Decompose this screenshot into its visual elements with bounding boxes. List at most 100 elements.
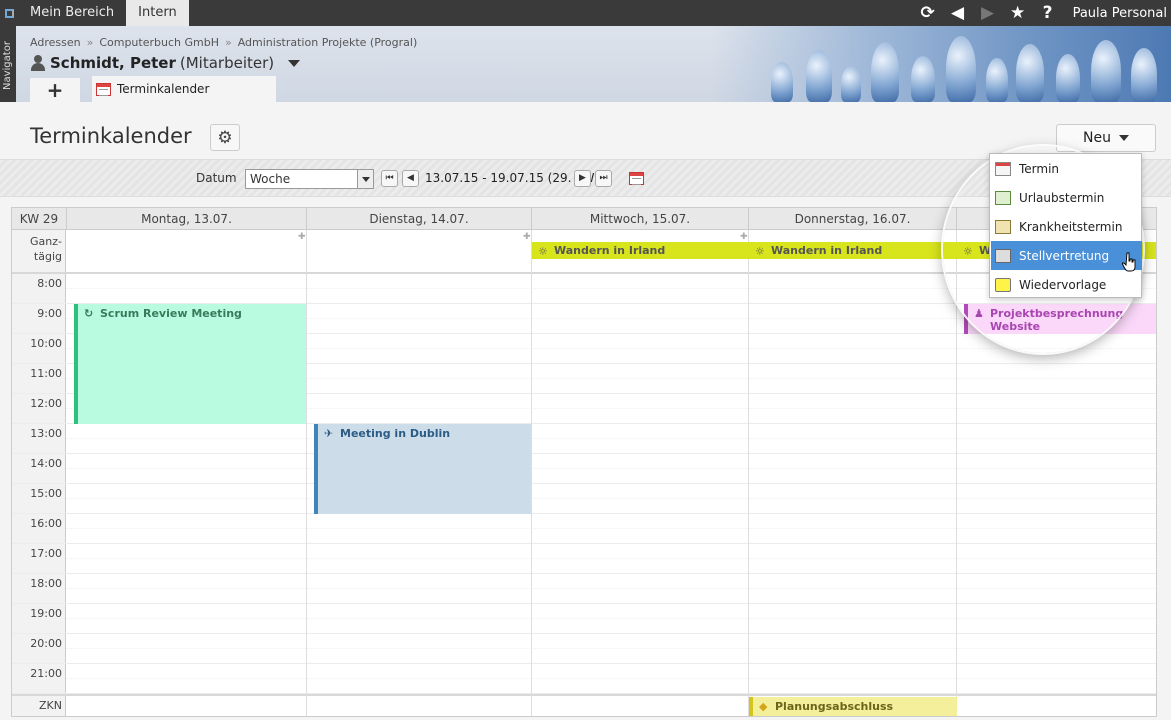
hour-row[interactable]: 15:00 xyxy=(12,484,1156,514)
new-button-label: Neu xyxy=(1083,130,1111,146)
day-header-tuesday[interactable]: Dienstag, 14.07. xyxy=(307,208,532,230)
new-menu: Termin Urlaubstermin Krankheitstermin St… xyxy=(989,153,1142,298)
previous-period-button[interactable]: ◀ xyxy=(402,170,419,187)
breadcrumb-separator: » xyxy=(86,36,94,49)
day-divider xyxy=(956,230,957,716)
menu-item-label: Stellvertretung xyxy=(1019,248,1110,263)
day-header-wednesday[interactable]: Mittwoch, 15.07. xyxy=(532,208,749,230)
datum-label: Datum xyxy=(196,171,237,185)
hour-label: 14:00 xyxy=(30,457,62,470)
menu-item-wiedervorlage[interactable]: Wiedervorlage xyxy=(991,270,1142,299)
header-banner-image xyxy=(711,26,1171,102)
top-bar-actions: ⟳ ◀ ▶ ★ ? Paula Personal xyxy=(913,0,1171,26)
hour-row[interactable]: 17:00 xyxy=(12,544,1156,574)
breadcrumb-item[interactable]: Administration Projekte (Progral) xyxy=(238,36,418,49)
allday-label: Ganz- tägig xyxy=(30,235,62,263)
period-value: Woche xyxy=(250,172,291,186)
week-number: KW 29 xyxy=(12,208,67,230)
menu-item-urlaubstermin[interactable]: Urlaubstermin xyxy=(991,183,1142,212)
hour-row[interactable]: 18:00 xyxy=(12,574,1156,604)
hour-label: 11:00 xyxy=(30,367,62,380)
person-selector[interactable]: Schmidt, Peter (Mitarbeiter) xyxy=(30,54,301,72)
user-name[interactable]: Paula Personal xyxy=(1063,6,1171,21)
hour-label: 21:00 xyxy=(30,667,62,680)
next-period-button[interactable]: ▶ xyxy=(574,170,591,187)
breadcrumb-item[interactable]: Computerbuch GmbH xyxy=(99,36,219,49)
add-tab-button[interactable]: + xyxy=(30,78,80,102)
tab-terminkalender[interactable]: Terminkalender xyxy=(92,76,276,102)
event-projektbesprechnung[interactable]: ♟ Projektbesprechnung Website xyxy=(964,304,1156,334)
zkn-label: ZKN xyxy=(39,699,62,712)
help-icon[interactable]: ? xyxy=(1033,0,1063,26)
person-role: (Mitarbeiter) xyxy=(179,54,275,72)
diamond-icon: ◆ xyxy=(759,700,768,713)
event-title: Wandern in Irland xyxy=(554,244,666,257)
first-period-button[interactable]: ⏮ xyxy=(381,170,398,187)
event-scrum-review[interactable]: ↻ Scrum Review Meeting xyxy=(74,304,306,424)
day-divider xyxy=(748,230,749,716)
sick-icon xyxy=(995,219,1011,234)
week-calendar: KW 29 Montag, 13.07. Dienstag, 14.07. Mi… xyxy=(11,207,1157,717)
hour-label: 15:00 xyxy=(30,487,62,500)
forward-icon[interactable]: ▶ xyxy=(973,0,1003,26)
event-wandern-wednesday[interactable]: ☼ Wandern in Irland xyxy=(532,242,749,259)
navigator-toggle[interactable]: Navigator xyxy=(0,26,16,102)
breadcrumb-item[interactable]: Adressen xyxy=(30,36,81,49)
menu-item-krankheitstermin[interactable]: Krankheitstermin xyxy=(991,212,1142,241)
refresh-icon[interactable]: ⟳ xyxy=(913,0,943,26)
caret-down-icon xyxy=(1118,135,1129,141)
hour-label: 16:00 xyxy=(30,517,62,530)
day-header-thursday[interactable]: Donnerstag, 16.07. xyxy=(749,208,957,230)
hour-row[interactable]: 20:00 xyxy=(12,634,1156,664)
event-wandern-thursday[interactable]: ☼ Wandern in Irland xyxy=(749,242,957,259)
event-planungsabschluss[interactable]: ◆ Planungsabschluss xyxy=(749,697,957,716)
menu-item-termin[interactable]: Termin xyxy=(991,154,1142,183)
navigator-label: Navigator xyxy=(2,41,13,90)
hour-row[interactable]: 16:00 xyxy=(12,514,1156,544)
hour-row[interactable]: 19:00 xyxy=(12,604,1156,634)
hour-label: 9:00 xyxy=(37,307,62,320)
event-title: Planungsabschluss xyxy=(775,700,894,713)
today-calendar-icon[interactable] xyxy=(629,172,644,185)
menu-item-label: Wiedervorlage xyxy=(1019,277,1107,292)
last-period-button[interactable]: ⏭ xyxy=(595,170,612,187)
tab-intern[interactable]: Intern xyxy=(126,0,189,26)
calendar-icon xyxy=(96,82,111,96)
people-icon: ♟ xyxy=(974,307,984,320)
substitute-icon xyxy=(995,248,1011,263)
calendar-icon xyxy=(995,161,1011,176)
airplane-icon: ✈ xyxy=(324,427,334,440)
back-icon[interactable]: ◀ xyxy=(943,0,973,26)
new-button[interactable]: Neu xyxy=(1056,124,1156,152)
add-event-icon[interactable]: ✚ xyxy=(298,232,306,242)
hour-label: 8:00 xyxy=(37,277,62,290)
person-icon xyxy=(30,55,46,71)
palm-tree-icon: ☼ xyxy=(538,245,548,258)
day-header-monday[interactable]: Montag, 13.07. xyxy=(67,208,307,230)
top-bar: Mein Bereich Intern ⟳ ◀ ▶ ★ ? Paula Pers… xyxy=(0,0,1171,26)
palm-tree-icon: ☼ xyxy=(963,245,973,258)
app-logo-icon[interactable] xyxy=(0,0,18,26)
add-event-icon[interactable]: ✚ xyxy=(523,232,531,242)
day-divider xyxy=(306,230,307,716)
add-event-icon[interactable]: ✚ xyxy=(740,232,748,242)
hour-label: 12:00 xyxy=(30,397,62,410)
gear-icon: ⚙ xyxy=(217,127,233,148)
hour-row[interactable]: 21:00 xyxy=(12,664,1156,694)
chevron-down-icon[interactable] xyxy=(288,59,301,67)
hour-row[interactable]: 14:00 xyxy=(12,454,1156,484)
hour-label: 13:00 xyxy=(30,427,62,440)
period-select[interactable]: Woche xyxy=(245,169,374,189)
vacation-icon xyxy=(995,190,1011,205)
hour-row[interactable]: 8:00 xyxy=(12,274,1156,304)
star-icon[interactable]: ★ xyxy=(1003,0,1033,26)
menu-item-stellvertretung[interactable]: Stellvertretung xyxy=(991,241,1142,270)
hour-row[interactable]: 13:00 xyxy=(12,424,1156,454)
breadcrumb: Adressen » Computerbuch GmbH » Administr… xyxy=(30,36,417,49)
event-meeting-dublin[interactable]: ✈ Meeting in Dublin xyxy=(314,424,531,514)
tab-mein-bereich[interactable]: Mein Bereich xyxy=(18,0,126,26)
settings-button[interactable]: ⚙ xyxy=(210,124,240,151)
hour-label: 17:00 xyxy=(30,547,62,560)
reminder-icon xyxy=(995,277,1011,292)
chevron-down-icon[interactable] xyxy=(357,170,373,188)
